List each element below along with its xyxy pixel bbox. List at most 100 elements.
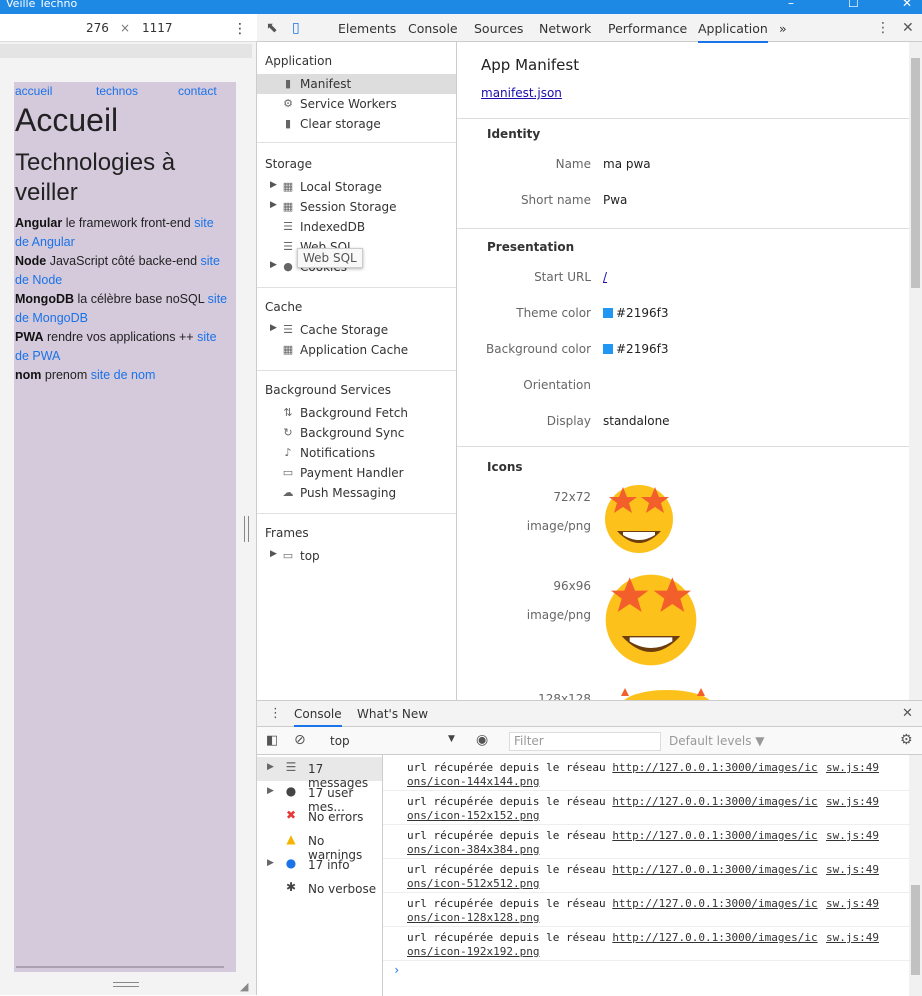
log-url-link[interactable]: http://127.0.0.1:3000/images/ic	[612, 761, 817, 774]
sidebar-item-cache-storage[interactable]: ▶ ☰ Cache Storage	[257, 320, 456, 340]
log-url-link[interactable]: ons/icon-144x144.png	[407, 775, 539, 788]
log-url-link[interactable]: http://127.0.0.1:3000/images/ic	[612, 897, 817, 910]
short-name-value: Pwa	[603, 193, 628, 207]
tech-desc: le framework front-end	[62, 216, 195, 230]
console-filter-messages[interactable]: ▶ ☰ 17 messages	[257, 757, 382, 790]
log-source-link[interactable]: sw.js:49	[826, 761, 879, 774]
console-settings-icon[interactable]: ⚙	[900, 732, 913, 748]
drawer-tab-console[interactable]: Console	[294, 707, 342, 727]
log-source-link[interactable]: sw.js:49	[826, 863, 879, 876]
console-filter-info[interactable]: ▶ ● 17 info	[257, 853, 382, 877]
close-drawer-icon[interactable]: ✕	[902, 706, 913, 721]
log-url-link[interactable]: ons/icon-152x152.png	[407, 809, 539, 822]
log-url-link[interactable]: ons/icon-512x512.png	[407, 877, 539, 890]
console-scrollbar[interactable]	[909, 755, 922, 996]
scroll-thumb[interactable]	[911, 58, 920, 288]
log-source-link[interactable]: sw.js:49	[826, 931, 879, 944]
nav-link-contact[interactable]: contact	[178, 84, 217, 98]
sidebar-item-payment-handler[interactable]: ▭ Payment Handler	[257, 463, 456, 483]
console-filter-user-messages[interactable]: ▶ ● 17 user mes...	[257, 781, 382, 814]
sidebar-item-indexeddb[interactable]: ☰ IndexedDB	[257, 217, 456, 237]
manifest-view: App Manifest manifest.json Identity Name…	[457, 42, 909, 700]
clear-console-icon[interactable]: ⊘	[294, 732, 306, 748]
settings-menu-icon[interactable]: ⋮	[876, 20, 890, 36]
sidebar-item-background-fetch[interactable]: ⇅ Background Fetch	[257, 403, 456, 423]
inspect-element-icon[interactable]: ⬉	[266, 20, 278, 36]
sidebar-item-notifications[interactable]: ♪ Notifications	[257, 443, 456, 463]
device-height-input[interactable]: 1117	[142, 21, 173, 35]
sidebar-item-local-storage[interactable]: ▶ ▦ Local Storage	[257, 177, 456, 197]
tech-link[interactable]: site de nom	[91, 368, 156, 382]
expand-arrow-icon[interactable]: ▶	[270, 260, 277, 270]
tab-sources[interactable]: Sources	[474, 21, 523, 36]
eye-icon[interactable]: ◉	[476, 732, 488, 748]
log-url-link[interactable]: http://127.0.0.1:3000/images/ic	[612, 931, 817, 944]
emulated-page: accueil technos contact Accueil Technolo…	[14, 82, 236, 972]
close-window-icon[interactable]: ✕	[902, 0, 912, 10]
log-entry: url récupérée depuis le réseau http://12…	[383, 757, 909, 791]
tab-console[interactable]: Console	[408, 21, 458, 36]
console-filter-warnings[interactable]: ▲ No warnings	[257, 829, 382, 862]
background-color-label: Background color	[486, 342, 591, 356]
close-devtools-icon[interactable]: ✕	[902, 20, 914, 36]
nav-link-accueil[interactable]: accueil	[15, 84, 52, 98]
sidebar-item-clear-storage[interactable]: ▮ Clear storage	[257, 114, 456, 134]
context-select[interactable]: top ▼	[320, 731, 460, 751]
device-toolbar-icon[interactable]: ▯	[292, 20, 300, 36]
tech-item: Node JavaScript côté backe-end site de N…	[15, 252, 230, 290]
log-levels-dropdown[interactable]: Default levels ▼	[669, 734, 765, 748]
console-prompt[interactable]: ›	[393, 963, 400, 977]
console-filter-errors[interactable]: ✖ No errors	[257, 805, 382, 829]
log-url-link[interactable]: http://127.0.0.1:3000/images/ic	[612, 863, 817, 876]
console-filter-verbose[interactable]: ✱ No verbose	[257, 877, 382, 901]
maximize-icon[interactable]: ☐	[848, 0, 859, 10]
nav-link-technos[interactable]: technos	[96, 84, 138, 98]
log-source-link[interactable]: sw.js:49	[826, 829, 879, 842]
tech-desc: prenom	[41, 368, 91, 382]
expand-arrow-icon[interactable]: ▶	[270, 549, 277, 559]
sidebar-item-service-workers[interactable]: ⚙ Service Workers	[257, 94, 456, 114]
drawer-tab-whats-new[interactable]: What's New	[357, 707, 428, 721]
log-url-link[interactable]: ons/icon-384x384.png	[407, 843, 539, 856]
log-url-link[interactable]: ons/icon-128x128.png	[407, 911, 539, 924]
sidebar-item-background-sync[interactable]: ↻ Background Sync	[257, 423, 456, 443]
manifest-json-link[interactable]: manifest.json	[481, 86, 562, 100]
expand-arrow-icon[interactable]: ▶	[270, 200, 277, 210]
log-url-link[interactable]: http://127.0.0.1:3000/images/ic	[612, 795, 817, 808]
sidebar-item-frame-top[interactable]: ▶ ▭ top	[257, 546, 456, 566]
log-url-link[interactable]: http://127.0.0.1:3000/images/ic	[612, 829, 817, 842]
filter-input[interactable]: Filter	[509, 732, 661, 751]
more-tabs-button[interactable]: »	[779, 21, 787, 36]
tab-application[interactable]: Application	[698, 21, 768, 43]
log-source-link[interactable]: sw.js:49	[826, 795, 879, 808]
error-icon: ✖	[285, 808, 297, 822]
icon-type-label: image/png	[526, 608, 591, 622]
resize-corner-icon[interactable]: ◢	[240, 980, 248, 993]
sidebar-item-push-messaging[interactable]: ☁ Push Messaging	[257, 483, 456, 503]
start-url-link[interactable]: /	[603, 270, 607, 284]
divider	[257, 287, 456, 288]
list-icon: ☰	[285, 760, 297, 774]
sidebar-item-session-storage[interactable]: ▶ ▦ Session Storage	[257, 197, 456, 217]
drawer-menu-icon[interactable]: ⋮	[269, 706, 282, 721]
device-toolbar: 276 × 1117 ⋮	[0, 14, 257, 42]
tab-network[interactable]: Network	[539, 21, 591, 36]
more-options-icon[interactable]: ⋮	[233, 21, 247, 37]
minimize-icon[interactable]: –	[788, 0, 794, 10]
scroll-thumb[interactable]	[911, 885, 920, 975]
sidebar-item-manifest[interactable]: ▮ Manifest	[257, 74, 456, 94]
resize-handle-bottom[interactable]	[113, 982, 139, 987]
log-url-link[interactable]: ons/icon-192x192.png	[407, 945, 539, 958]
log-entry: url récupérée depuis le réseau http://12…	[383, 927, 909, 961]
expand-arrow-icon[interactable]: ▶	[270, 180, 277, 190]
resize-handle-right[interactable]	[244, 516, 249, 542]
tab-performance[interactable]: Performance	[608, 21, 687, 36]
device-width-input[interactable]: 276	[86, 21, 109, 35]
sidebar-section-application: Application	[265, 54, 333, 68]
tab-elements[interactable]: Elements	[338, 21, 396, 36]
expand-arrow-icon[interactable]: ▶	[270, 323, 277, 333]
manifest-scrollbar[interactable]	[909, 42, 922, 700]
log-source-link[interactable]: sw.js:49	[826, 897, 879, 910]
sidebar-toggle-icon[interactable]: ◧	[266, 733, 278, 748]
sidebar-item-application-cache[interactable]: ▦ Application Cache	[257, 340, 456, 360]
